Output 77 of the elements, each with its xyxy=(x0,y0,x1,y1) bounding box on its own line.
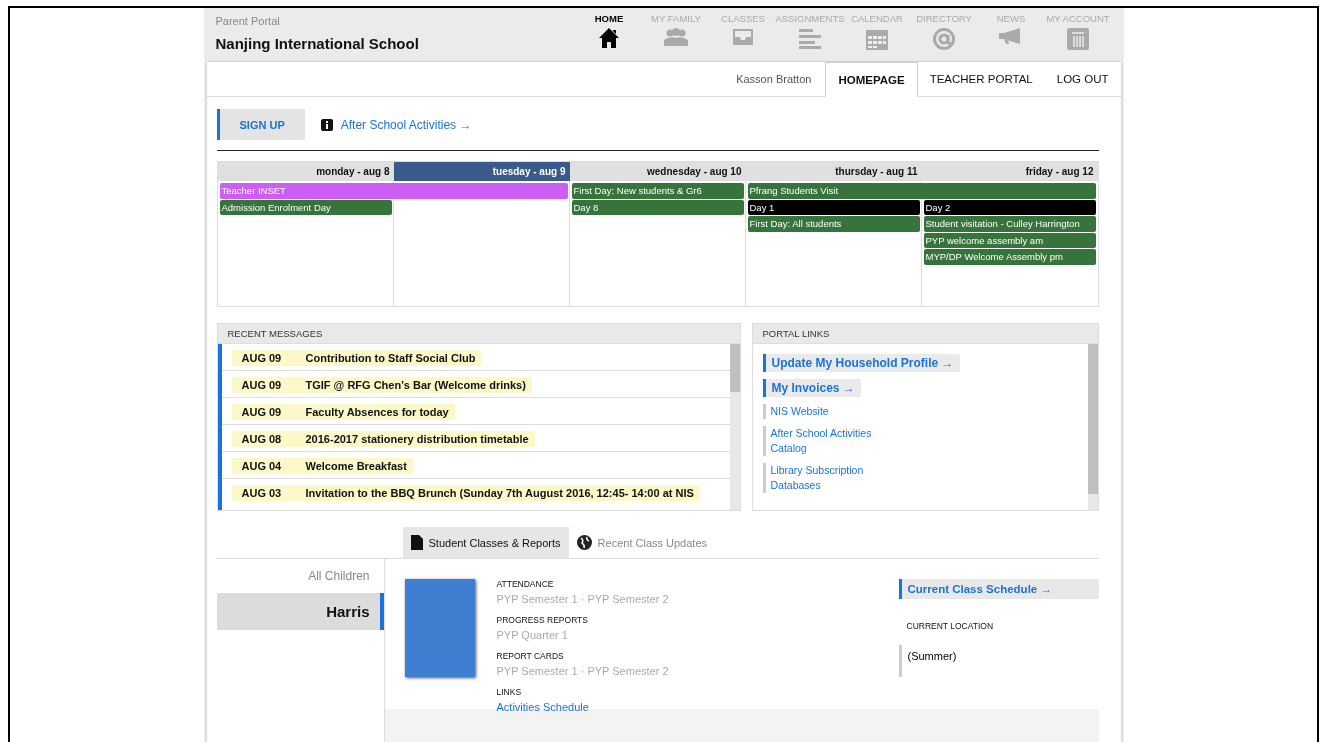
day-header: wednesday - aug 10 xyxy=(646,165,743,179)
calendar-event[interactable]: Teacher INSET xyxy=(219,183,568,199)
message-title: Welcome Breakfast xyxy=(305,460,407,472)
document-icon xyxy=(410,535,423,550)
people-icon xyxy=(663,27,689,47)
calendar-event[interactable]: Student visitation - Culley Harrington xyxy=(923,216,1096,232)
day-header: monday - aug 8 xyxy=(315,165,391,179)
school-name: Nanjing International School xyxy=(215,35,419,52)
activities-link[interactable]: Activities Schedule xyxy=(496,701,589,713)
portal-link[interactable]: Update My Household Profile → xyxy=(762,354,960,372)
after-school-link[interactable]: After School Activities → xyxy=(340,117,472,132)
page-tab[interactable]: TEACHER PORTAL xyxy=(917,62,1045,96)
panel-title: PORTAL LINKS xyxy=(752,324,1098,344)
report-heading: ATTENDANCE xyxy=(496,579,555,589)
globe-icon xyxy=(576,535,592,550)
report-value: PYP Semester 1 · PYP Semester 2 xyxy=(496,665,670,677)
location-value: (Summer) xyxy=(898,645,1099,677)
portal-link[interactable]: NIS Website xyxy=(762,404,886,419)
info-icon xyxy=(320,118,333,131)
tray-icon xyxy=(731,27,755,47)
report-heading: REPORT CARDS xyxy=(496,651,565,661)
panel-title: RECENT MESSAGES xyxy=(217,324,740,344)
calendar-event[interactable]: First Day: New students & Gr6 xyxy=(571,183,744,199)
message-item[interactable]: AUG 09 TGIF @ RFG Chen's Bar (Welcome drinks) xyxy=(231,377,532,393)
message-date: AUG 09 xyxy=(241,352,283,364)
nav-item[interactable]: HOME xyxy=(575,13,643,62)
message-item[interactable]: AUG 09 Faculty Absences for today xyxy=(231,404,455,420)
report-heading: LINKS xyxy=(496,687,523,697)
report-value: PYP Semester 1 · PYP Semester 2 xyxy=(496,593,670,605)
class-schedule-link[interactable]: Current Class Schedule → xyxy=(898,579,1099,599)
lines-icon xyxy=(798,27,822,49)
calendar-event[interactable]: Day 2 xyxy=(923,199,1096,215)
calendar-event[interactable]: MYP/DP Welcome Assembly pm xyxy=(923,249,1096,265)
student-tab[interactable]: Student Classes & Reports xyxy=(402,527,569,558)
portal-link[interactable]: After School Activities Catalog xyxy=(762,426,886,456)
message-title: Invitation to the BBQ Brunch (Sunday 7th August 2016, 12:45- 14:00 at NIS xyxy=(305,487,694,499)
portal-label: Parent Portal xyxy=(215,15,281,27)
child-item[interactable]: All Children xyxy=(216,559,384,593)
calendar-event[interactable]: Day 8 xyxy=(571,199,744,215)
at-sign-icon xyxy=(932,27,956,51)
calendar-event[interactable]: Pfrang Students Visit xyxy=(747,183,1096,199)
calendar-event[interactable]: Day 1 xyxy=(747,199,920,215)
day-header: tuesday - aug 9 xyxy=(393,162,570,181)
message-title: Contribution to Staff Social Club xyxy=(305,352,476,364)
message-date: AUG 03 xyxy=(241,487,283,499)
message-title: TGIF @ RFG Chen's Bar (Welcome drinks) xyxy=(305,379,526,391)
report-heading: PROGRESS REPORTS xyxy=(496,615,589,625)
user-name: Kasson Bratton xyxy=(736,73,812,85)
message-date: AUG 09 xyxy=(241,406,283,418)
page-tab[interactable]: LOG OUT xyxy=(1044,62,1121,96)
message-title: 2016-2017 stationery distribution timetable xyxy=(305,433,529,445)
sign-up-button[interactable]: SIGN UP xyxy=(216,109,305,140)
message-date: AUG 04 xyxy=(241,460,283,472)
report-value: PYP Quarter 1 xyxy=(496,629,569,641)
day-header: thursday - aug 11 xyxy=(834,165,919,179)
calendar-event[interactable]: Admission Enrolment Day xyxy=(219,199,392,215)
message-title: Faculty Absences for today xyxy=(305,406,449,418)
message-item[interactable]: AUG 09 Contribution to Staff Social Club xyxy=(231,350,482,366)
message-item[interactable]: AUG 04 Welcome Breakfast xyxy=(231,458,413,474)
day-header: friday - aug 12 xyxy=(1024,165,1095,179)
page-tab[interactable]: HOMEPAGE xyxy=(825,62,918,97)
message-date: AUG 09 xyxy=(241,379,283,391)
calendar-event[interactable]: PYP welcome assembly am xyxy=(923,232,1096,248)
message-item[interactable]: AUG 08 2016-2017 stationery distribution timetable xyxy=(231,431,535,447)
scrollbar-thumb[interactable] xyxy=(729,344,740,392)
column-icon xyxy=(1066,27,1090,51)
location-heading: CURRENT LOCATION xyxy=(906,621,995,631)
message-date: AUG 08 xyxy=(241,433,283,445)
calendar-event[interactable]: First Day: All students xyxy=(747,216,920,232)
calendar-icon xyxy=(865,27,889,51)
scrollbar[interactable] xyxy=(729,344,740,510)
message-item[interactable]: AUG 03 Invitation to the BBQ Brunch (Sunday 7th August 2016, 12:45- 14:00 at NIS xyxy=(231,485,700,501)
house-icon xyxy=(598,27,620,49)
student-tab[interactable]: Recent Class Updates xyxy=(568,527,716,558)
portal-link[interactable]: Library Subscription Databases xyxy=(762,463,886,493)
portal-link[interactable]: My Invoices → xyxy=(762,379,861,397)
child-item[interactable]: Harris xyxy=(216,593,384,630)
